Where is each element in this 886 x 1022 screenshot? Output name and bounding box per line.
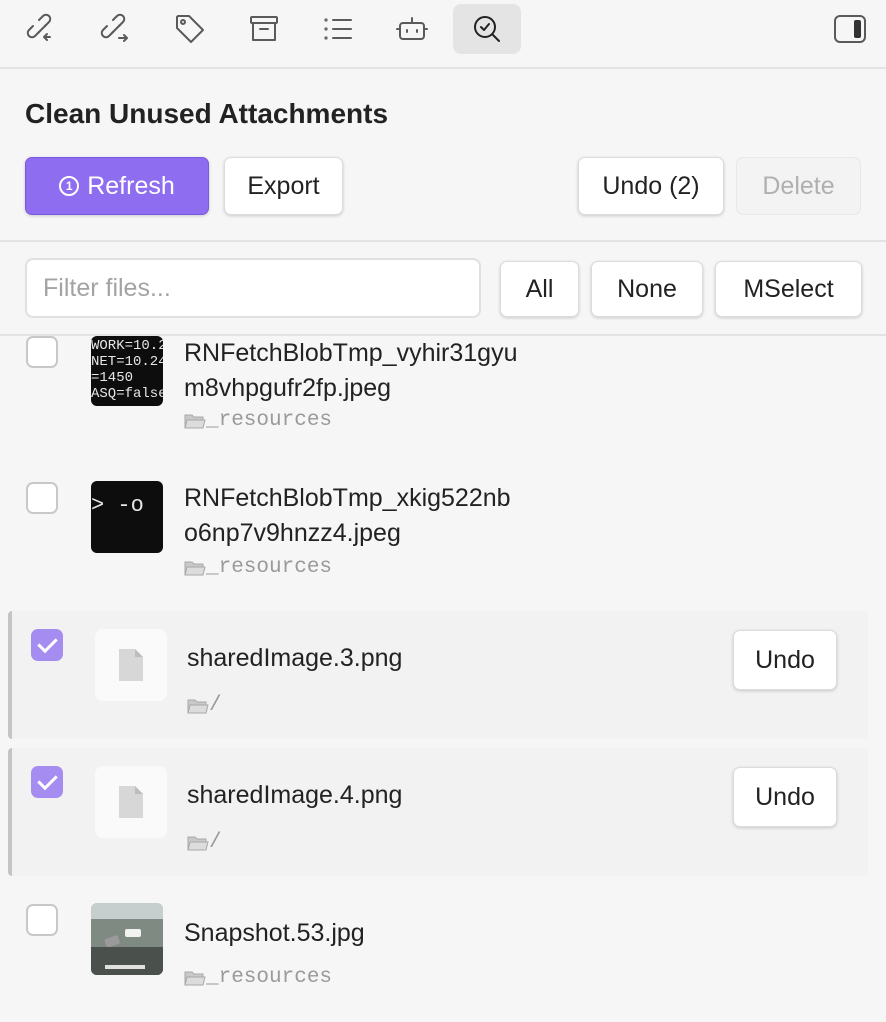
file-thumbnail <box>95 766 167 838</box>
file-path-text: _resources <box>206 966 333 989</box>
file-path: _resources <box>184 409 332 432</box>
file-name-line1: RNFetchBlobTmp_xkig522nb <box>184 484 511 512</box>
file-checkbox[interactable] <box>31 766 63 798</box>
file-name: sharedImage.3.png <box>187 644 403 672</box>
undo-label: Undo <box>755 645 815 674</box>
file-name: sharedImage.4.png <box>187 781 403 809</box>
refresh-button[interactable]: 1 Refresh <box>25 157 209 215</box>
folder-icon <box>184 414 206 428</box>
multi-select-label: MSelect <box>743 274 834 303</box>
file-path-text: _resources <box>206 409 333 432</box>
file-thumbnail <box>91 903 163 975</box>
delete-button[interactable]: Delete <box>736 157 861 215</box>
list-icon[interactable] <box>304 4 372 54</box>
file-path-text: / <box>209 831 222 854</box>
file-path: _resources <box>184 556 332 579</box>
file-path: / <box>187 831 222 854</box>
file-path: / <box>187 694 222 717</box>
file-checkbox[interactable] <box>26 904 58 936</box>
sidebar-toggle-icon[interactable] <box>816 4 884 54</box>
folder-icon <box>184 561 206 575</box>
file-path: _resources <box>184 966 332 989</box>
multi-select-button[interactable]: MSelect <box>715 261 862 317</box>
page-title: Clean Unused Attachments <box>25 98 389 129</box>
file-name: Snapshot.53.jpg <box>184 919 365 947</box>
delete-label: Delete <box>762 171 835 200</box>
archive-icon[interactable] <box>230 4 298 54</box>
undo-all-label: Undo (2) <box>602 171 700 200</box>
file-name-line2: m8vhpgufr2fp.jpeg <box>184 374 392 402</box>
link-out-icon[interactable] <box>82 4 150 54</box>
select-none-button[interactable]: None <box>591 261 703 317</box>
file-path-text: / <box>209 694 222 717</box>
select-none-label: None <box>617 274 677 303</box>
link-in-icon[interactable] <box>8 4 76 54</box>
folder-icon <box>187 836 209 850</box>
toolbar <box>0 0 886 69</box>
file-name: RNFetchBlobTmp_vyhir31gyu m8vhpgufr2fp.j… <box>184 336 517 406</box>
search-check-icon[interactable] <box>453 4 521 54</box>
export-label: Export <box>247 171 320 200</box>
list-item: sharedImage.3.png / Undo <box>8 611 868 739</box>
list-item: Snapshot.53.jpg _resources <box>0 902 886 1012</box>
file-icon <box>119 786 143 818</box>
filter-input[interactable] <box>25 258 481 318</box>
file-icon <box>119 649 143 681</box>
file-path-text: _resources <box>206 556 333 579</box>
photo-thumbnail-image <box>91 903 163 975</box>
file-checkbox[interactable] <box>26 336 58 368</box>
file-thumbnail: > -o <box>91 481 163 553</box>
undo-button[interactable]: Undo <box>733 767 837 827</box>
select-all-button[interactable]: All <box>500 261 579 317</box>
list-item: sharedImage.4.png / Undo <box>8 748 868 876</box>
folder-icon <box>184 971 206 985</box>
folder-icon <box>187 699 209 713</box>
robot-icon[interactable] <box>378 4 446 54</box>
export-button[interactable]: Export <box>224 157 343 215</box>
tag-icon[interactable] <box>156 4 224 54</box>
undo-label: Undo <box>755 782 815 811</box>
file-thumbnail: WORK=10.2 NET=10.24 =1450 ASQ=false <box>91 336 163 406</box>
file-checkbox[interactable] <box>26 482 58 514</box>
list-item: > -o RNFetchBlobTmp_xkig522nb o6np7v9hnz… <box>0 480 886 590</box>
file-thumbnail <box>95 629 167 701</box>
refresh-label: Refresh <box>87 171 175 200</box>
refresh-icon: 1 <box>59 176 80 196</box>
file-name-line2: o6np7v9hnzz4.jpeg <box>184 519 401 547</box>
file-name-line1: RNFetchBlobTmp_vyhir31gyu <box>184 339 518 367</box>
undo-button[interactable]: Undo <box>733 630 837 690</box>
select-all-label: All <box>525 274 554 303</box>
list-item: WORK=10.2 NET=10.24 =1450 ASQ=false RNFe… <box>0 336 886 456</box>
file-checkbox[interactable] <box>31 629 63 661</box>
undo-all-button[interactable]: Undo (2) <box>578 157 724 215</box>
file-name: RNFetchBlobTmp_xkig522nb o6np7v9hnzz4.jp… <box>184 481 511 551</box>
section-divider <box>0 240 886 242</box>
